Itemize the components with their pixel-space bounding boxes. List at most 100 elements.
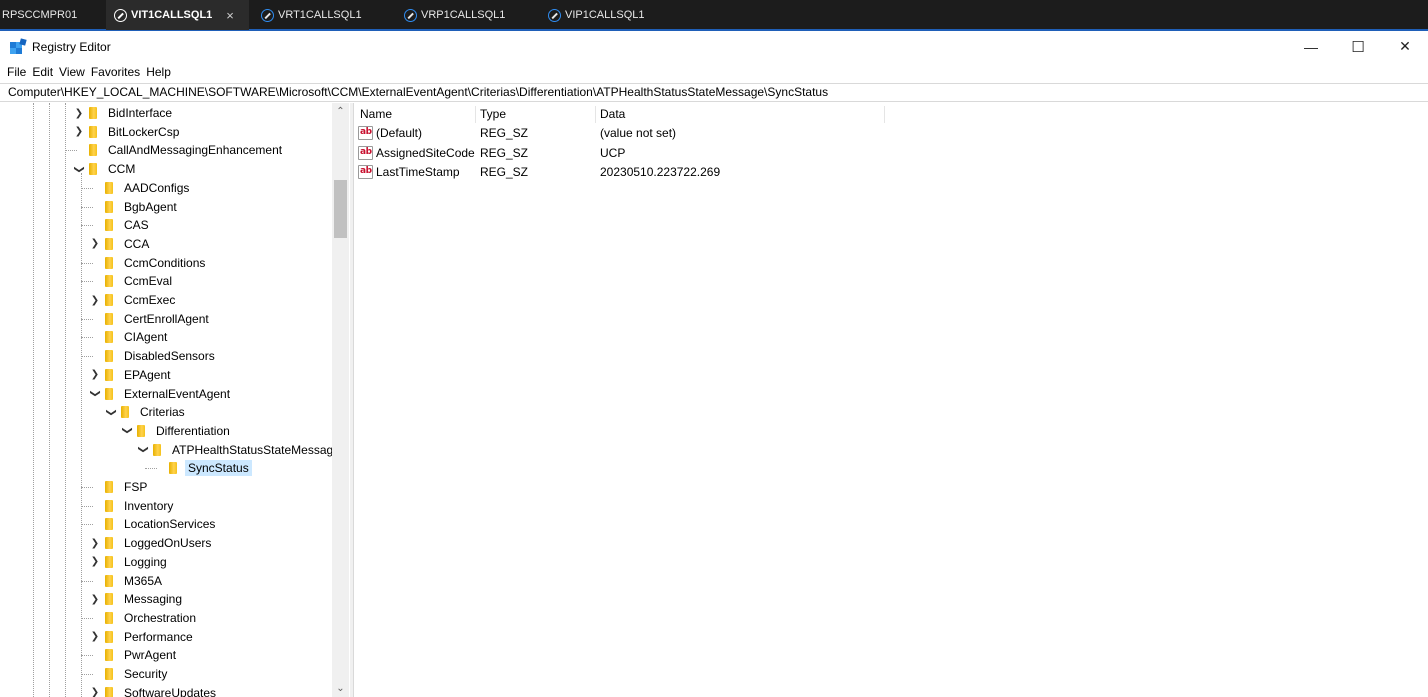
tree-node[interactable]: ❯ BidInterface <box>73 104 175 122</box>
remote-tab-label: VRT1CALLSQL1 <box>278 9 362 21</box>
column-header-type[interactable]: Type <box>475 106 595 123</box>
tree-node[interactable]: M365A <box>89 572 165 590</box>
tree-node[interactable]: ❯ CCM <box>73 160 138 178</box>
chevron-down-icon[interactable]: ❯ <box>106 406 117 418</box>
menu-bar: File Edit View Favorites Help <box>0 62 177 82</box>
folder-icon <box>105 611 113 624</box>
remote-connection-icon <box>114 8 127 22</box>
folder-icon <box>89 144 97 157</box>
tree-node[interactable]: PwrAgent <box>89 646 179 664</box>
tree-node[interactable]: DisabledSensors <box>89 347 218 365</box>
minimize-button[interactable]: — <box>1288 31 1334 62</box>
chevron-down-icon[interactable]: ❯ <box>138 444 149 456</box>
chevron-right-icon[interactable]: ❯ <box>89 538 101 549</box>
folder-icon <box>105 499 113 512</box>
chevron-down-icon[interactable]: ❯ <box>90 388 101 400</box>
chevron-right-icon[interactable]: ❯ <box>89 631 101 642</box>
close-button[interactable]: ✕ <box>1382 31 1428 62</box>
remote-tab[interactable]: VIP1CALLSQL1 <box>540 0 683 30</box>
tree-scrollbar[interactable]: ⌃ ⌄ <box>332 103 349 697</box>
menu-help[interactable]: Help <box>146 65 171 79</box>
folder-icon <box>105 649 113 662</box>
tree-node[interactable]: ❯ SoftwareUpdates <box>89 684 219 697</box>
remote-tab[interactable]: VRT1CALLSQL1 <box>253 0 396 30</box>
tree-node[interactable]: FSP <box>89 478 150 496</box>
tree-node[interactable]: Security <box>89 665 170 683</box>
remote-tab[interactable]: VRP1CALLSQL1 <box>396 0 539 30</box>
tree-label: FSP <box>124 480 148 494</box>
folder-icon <box>89 107 97 119</box>
menu-view[interactable]: View <box>59 65 85 79</box>
tree-node[interactable]: ❯ BitLockerCsp <box>73 123 182 141</box>
scroll-down-icon[interactable]: ⌄ <box>332 680 349 697</box>
chevron-right-icon[interactable]: ❯ <box>89 556 101 567</box>
tree-guide-line <box>33 103 34 697</box>
value-row[interactable]: ab AssignedSiteCode REG_SZ UCP <box>355 144 1428 163</box>
value-row[interactable]: ab LastTimeStamp REG_SZ 20230510.223722.269 <box>355 163 1428 182</box>
value-name: (Default) <box>376 126 423 140</box>
tree-node[interactable]: ❯ Logging <box>89 553 170 571</box>
column-divider[interactable] <box>884 106 885 123</box>
value-row[interactable]: ab (Default) REG_SZ (value not set) <box>355 124 1428 143</box>
tree-label: DisabledSensors <box>124 349 215 364</box>
tree-node[interactable]: CIAgent <box>89 328 170 346</box>
menu-favorites[interactable]: Favorites <box>91 65 140 79</box>
tree-node[interactable]: ❯ Differentiation <box>121 422 233 440</box>
remote-connection-icon <box>404 8 417 22</box>
close-tab-icon[interactable]: × <box>226 8 234 23</box>
tree-node[interactable]: CallAndMessagingEnhancement <box>73 141 285 159</box>
chevron-right-icon[interactable]: ❯ <box>73 126 85 137</box>
string-value-icon: ab <box>358 165 373 179</box>
tree-node[interactable]: CAS <box>89 216 152 234</box>
remote-tab[interactable]: RPSCCMPR01 <box>0 0 100 30</box>
tree-node[interactable]: BgbAgent <box>89 198 180 216</box>
tree-node[interactable]: Inventory <box>89 497 176 515</box>
tree-node[interactable]: AADConfigs <box>89 179 192 197</box>
maximize-button[interactable]: ☐ <box>1335 31 1381 62</box>
tree-label: LoggedOnUsers <box>124 536 212 551</box>
menu-file[interactable]: File <box>7 65 26 79</box>
tree-node[interactable]: ❯ ATPHealthStatusStateMessage <box>137 441 343 459</box>
tree-label: CcmEval <box>124 274 173 289</box>
column-header-data[interactable]: Data <box>595 106 884 123</box>
menu-edit[interactable]: Edit <box>32 65 53 79</box>
chevron-right-icon[interactable]: ❯ <box>73 108 85 119</box>
tree-label: BitLockerCsp <box>108 124 180 139</box>
tree-node[interactable]: CertEnrollAgent <box>89 310 212 328</box>
tree-node[interactable]: LocationServices <box>89 515 218 533</box>
column-header-name[interactable]: Name <box>355 106 475 123</box>
chevron-right-icon[interactable]: ❯ <box>89 687 101 697</box>
tree-node[interactable]: ❯ Performance <box>89 628 196 646</box>
folder-icon <box>137 424 145 437</box>
chevron-right-icon[interactable]: ❯ <box>89 369 101 380</box>
tree-label: PwrAgent <box>124 648 177 663</box>
chevron-right-icon[interactable]: ❯ <box>89 594 101 605</box>
folder-icon <box>89 163 97 176</box>
tree-node[interactable]: ❯ Criterias <box>105 403 188 421</box>
tree-node[interactable]: CcmEval <box>89 272 175 290</box>
chevron-down-icon[interactable]: ❯ <box>74 163 85 175</box>
tree-node[interactable]: ❯ CcmExec <box>89 291 178 309</box>
tree-node[interactable]: ❯ EPAgent <box>89 366 173 384</box>
tree-node[interactable]: ❯ CCA <box>89 235 152 253</box>
tree-node[interactable]: ❯ ExternalEventAgent <box>89 385 233 403</box>
remote-tab-label: VRP1CALLSQL1 <box>421 9 506 21</box>
chevron-right-icon[interactable]: ❯ <box>89 295 101 306</box>
window-title: Registry Editor <box>32 39 111 54</box>
tree-label: Criterias <box>140 405 185 420</box>
tree-node[interactable]: ❯ LoggedOnUsers <box>89 534 214 552</box>
address-bar[interactable]: Computer\HKEY_LOCAL_MACHINE\SOFTWARE\Mic… <box>0 83 1428 102</box>
chevron-down-icon[interactable]: ❯ <box>122 425 133 437</box>
scroll-up-icon[interactable]: ⌃ <box>332 103 349 120</box>
remote-tab[interactable]: VIT1CALLSQL1 × <box>106 0 249 30</box>
registry-tree: ❯ BidInterface ❯ BitLockerCsp CallAndMessagi… <box>0 103 350 697</box>
tree-node[interactable]: CcmConditions <box>89 254 208 272</box>
tree-node[interactable]: SyncStatus <box>153 459 252 477</box>
folder-icon <box>105 312 113 325</box>
pane-splitter[interactable] <box>350 103 354 697</box>
tree-node[interactable]: ❯ Messaging <box>89 590 185 608</box>
remote-tab-label: VIP1CALLSQL1 <box>565 9 645 21</box>
scrollbar-thumb[interactable] <box>334 180 347 238</box>
tree-node[interactable]: Orchestration <box>89 609 199 627</box>
chevron-right-icon[interactable]: ❯ <box>89 238 101 249</box>
